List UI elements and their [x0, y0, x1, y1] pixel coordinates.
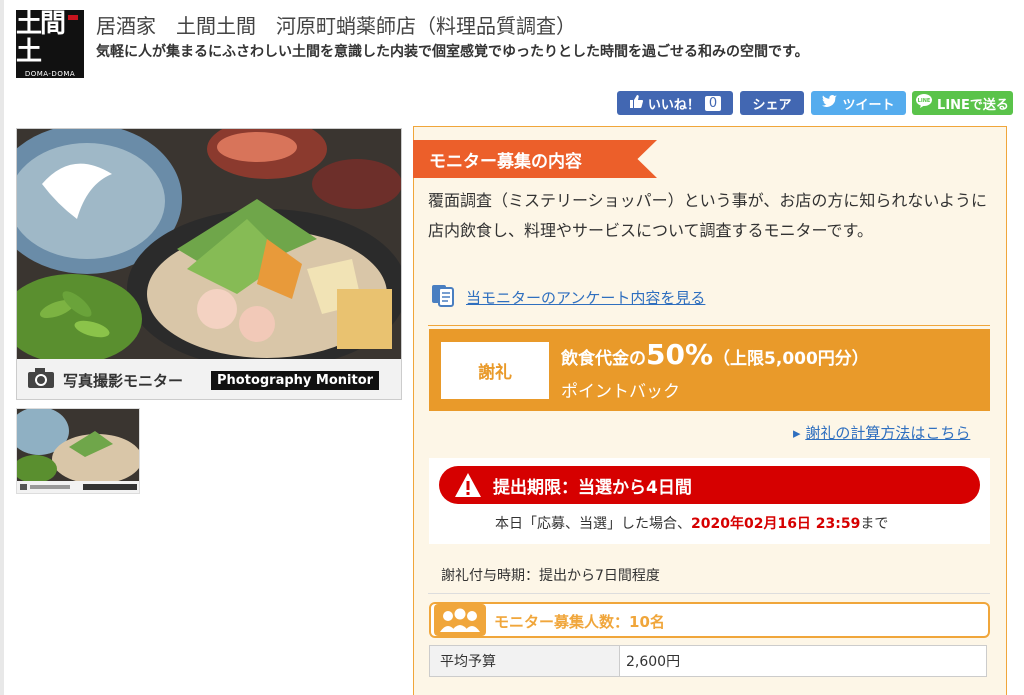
main-photo[interactable]: 写真撮影モニター Photography Monitor — [16, 128, 402, 400]
calc-link-text: 謝礼の計算方法はこちら — [805, 424, 971, 442]
divider — [428, 325, 990, 326]
budget-row: 平均予算 2,600円 — [429, 645, 987, 677]
divider — [428, 593, 990, 594]
svg-text:LINE: LINE — [918, 98, 931, 104]
facebook-share-button[interactable]: シェア — [740, 91, 804, 115]
like-label: いいね！ — [647, 97, 700, 113]
section-heading: モニター募集の内容 — [429, 151, 582, 172]
deadline-date: 2020年02月16日 23:59 — [691, 516, 861, 532]
grant-timing: 謝礼付与時期：提出から7日間程度 — [441, 568, 660, 584]
like-count: 0 — [704, 95, 722, 111]
document-icon — [430, 283, 456, 311]
people-icon — [434, 604, 486, 640]
reward-percent: 50% — [646, 338, 714, 371]
page-subtitle: 気軽に人が集まるにふさわしい土間を意識した内装で個室感覚でゆったりとした時間を過… — [96, 44, 809, 60]
shop-logo[interactable]: 土間土 DOMA-DOMA — [16, 10, 84, 78]
facebook-like-button[interactable]: いいね！ 0 — [617, 91, 733, 115]
thumbnail-image — [17, 409, 139, 493]
deadline-note-prefix: 本日「応募、当選」した場合、 — [495, 516, 691, 532]
budget-key: 平均予算 — [430, 646, 620, 676]
survey-content-link[interactable]: 当モニターのアンケート内容を見る — [430, 283, 705, 311]
reward-calc-link[interactable]: ▸ 謝礼の計算方法はこちら — [793, 422, 970, 443]
tweet-label: ツイート — [842, 97, 895, 113]
food-photo-illustration — [17, 129, 401, 399]
recruit-count: モニター募集人数：10名 — [494, 613, 665, 631]
reward-amount: 飲食代金の50%（上限5,000円分） — [561, 338, 869, 371]
deadline-note: 本日「応募、当選」した場合、2020年02月16日 23:59まで — [495, 513, 888, 533]
reward-prefix: 飲食代金の — [561, 349, 646, 369]
tweet-button[interactable]: ツイート — [811, 91, 906, 115]
deadline-bar: 提出期限：当選から4日間 — [439, 466, 980, 504]
triangle-right-icon: ▸ — [793, 424, 801, 442]
deadline-label: 提出期限：当選から4日間 — [493, 477, 692, 498]
page-title: 居酒家 土間土間 河原町蛸薬師店（料理品質調査） — [96, 14, 576, 38]
logo-badge — [68, 15, 78, 20]
deadline-note-suffix: まで — [860, 516, 889, 532]
line-icon: LINE — [916, 94, 933, 112]
reward-type: ポイントバック — [561, 382, 680, 402]
reward-label: 謝礼 — [441, 342, 549, 399]
warning-icon — [454, 472, 482, 502]
twitter-bird-icon — [822, 95, 838, 111]
survey-link-text: 当モニターのアンケート内容を見る — [466, 288, 706, 307]
photo-caption-bar: 写真撮影モニター Photography Monitor — [27, 365, 397, 395]
line-label: LINEで送る — [937, 97, 1009, 113]
budget-value: 2,600円 — [626, 654, 681, 670]
photo-caption-jp: 写真撮影モニター — [63, 371, 184, 390]
photo-thumbnail[interactable] — [16, 408, 140, 494]
photo-caption-en: Photography Monitor — [211, 370, 380, 390]
share-label: シェア — [752, 97, 792, 113]
camera-icon — [27, 367, 55, 393]
reward-limit: （上限5,000円分） — [713, 349, 869, 369]
monitor-description: 覆面調査（ミステリーショッパー）という事が、お店の方に知られないように店内飲食し… — [428, 191, 988, 240]
section-heading-ribbon: モニター募集の内容 — [413, 140, 657, 178]
thumbs-up-icon — [629, 94, 643, 112]
line-share-button[interactable]: LINE LINEで送る — [912, 91, 1013, 115]
left-edge-rule — [0, 0, 4, 695]
logo-subtext: DOMA-DOMA — [24, 70, 76, 78]
